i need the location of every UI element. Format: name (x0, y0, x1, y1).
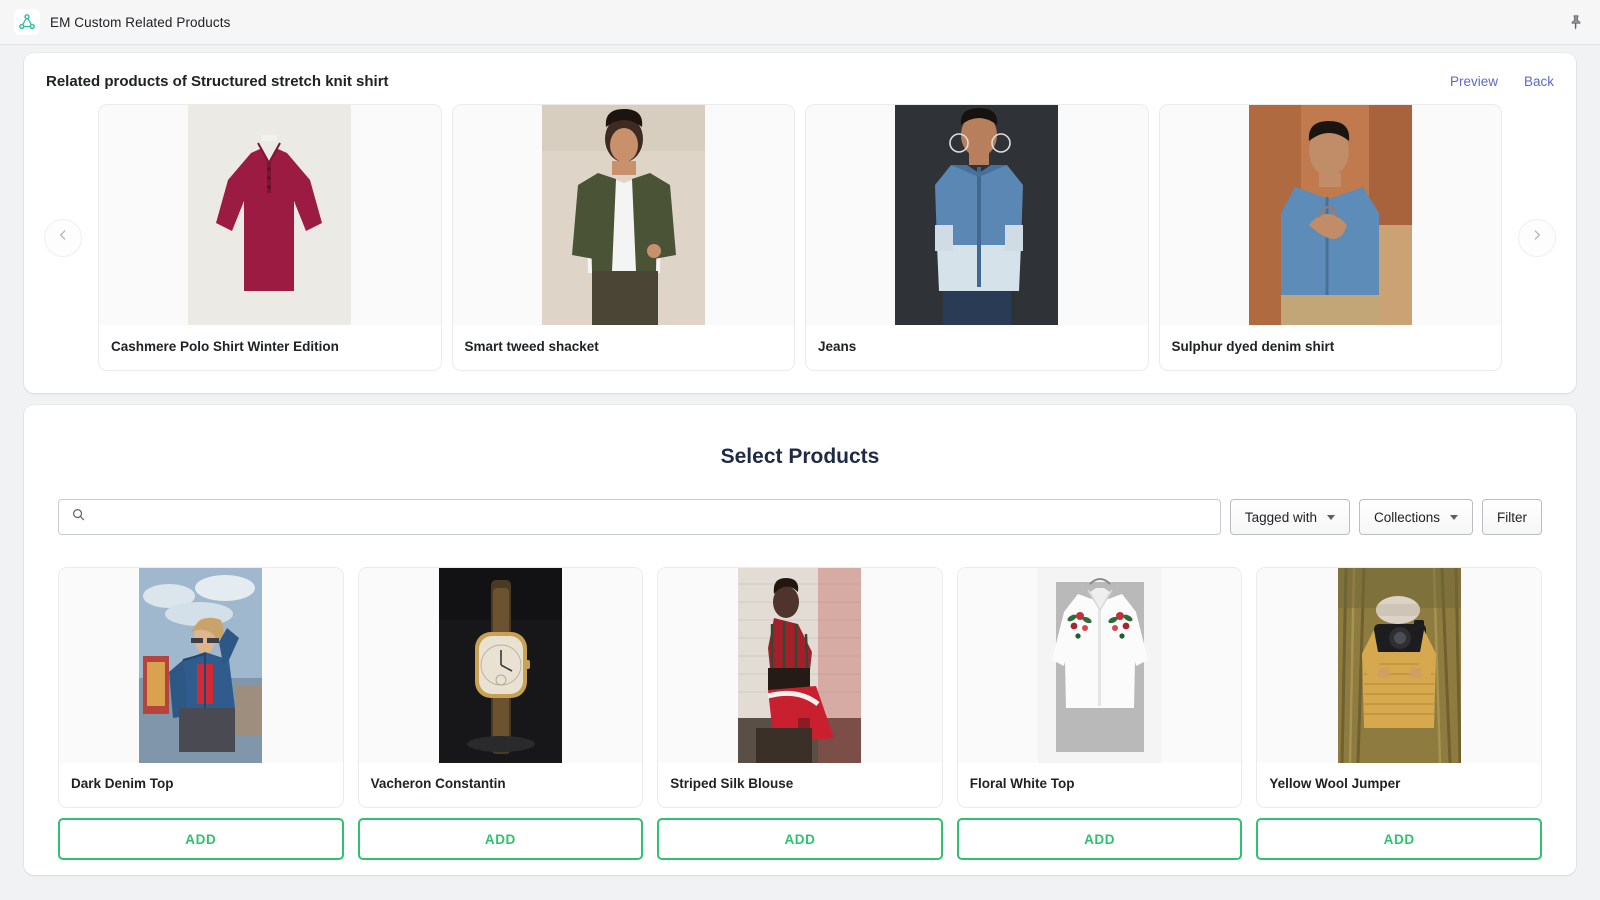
app-title: EM Custom Related Products (50, 14, 231, 30)
product-card[interactable]: Yellow Wool Jumper (1256, 567, 1542, 808)
related-product-name: Smart tweed shacket (464, 339, 599, 354)
related-product-name: Jeans (818, 339, 857, 354)
product-name: Yellow Wool Jumper (1269, 776, 1401, 791)
related-product-card[interactable]: Smart tweed shacket (451, 104, 795, 371)
filter-button-label: Filter (1497, 509, 1527, 525)
product-image (1159, 105, 1501, 325)
product-card[interactable]: Floral White Top (956, 567, 1243, 808)
product-image (452, 105, 794, 325)
add-button[interactable]: ADD (657, 818, 943, 860)
search-input[interactable] (96, 508, 1208, 526)
chevron-right-icon (1530, 228, 1544, 247)
carousel-next-button[interactable] (1518, 218, 1556, 257)
page-body: Related products of Structured stretch k… (0, 45, 1600, 875)
add-button[interactable]: ADD (58, 818, 344, 860)
add-button[interactable]: ADD (956, 818, 1243, 860)
product-name: Dark Denim Top (71, 776, 174, 791)
select-products-title: Select Products (720, 445, 880, 468)
product-image (59, 568, 343, 763)
carousel-prev-button[interactable] (44, 218, 82, 257)
product-card[interactable]: Dark Denim Top (58, 567, 344, 808)
filter-toolbar: Tagged with Collections Filter (58, 499, 1542, 535)
app-bar: EM Custom Related Products (0, 0, 1600, 45)
related-product-name: Sulphur dyed denim shirt (1171, 339, 1335, 354)
related-products-carousel: Cashmere Polo Shirt Winter Edition Smart… (44, 104, 1556, 371)
pin-icon[interactable] (1564, 10, 1588, 34)
product-name: Vacheron Constantin (370, 776, 506, 791)
filter-button[interactable]: Filter (1482, 499, 1542, 535)
network-nodes-icon (14, 9, 40, 35)
product-name: Striped Silk Blouse (670, 776, 794, 791)
tagged-with-dropdown[interactable]: Tagged with (1229, 499, 1350, 535)
related-product-card[interactable]: Jeans (805, 104, 1149, 371)
tagged-with-label: Tagged with (1244, 509, 1317, 525)
add-button-row: ADD ADD ADD ADD ADD (58, 818, 1542, 860)
related-product-card[interactable]: Sulphur dyed denim shirt (1158, 104, 1502, 371)
chevron-down-icon (1326, 514, 1335, 520)
collections-label: Collections (1373, 509, 1440, 525)
product-card[interactable]: Vacheron Constantin (357, 567, 644, 808)
search-icon (71, 507, 86, 527)
page-title: Related products of Structured stretch k… (46, 73, 389, 90)
select-products-panel: Select Products Tagged with Collections (24, 405, 1576, 875)
product-image (358, 568, 643, 763)
search-box[interactable] (58, 499, 1221, 535)
product-image (957, 568, 1242, 763)
related-products-header: Related products of Structured stretch k… (44, 71, 1556, 90)
product-image (1257, 568, 1541, 763)
collections-dropdown[interactable]: Collections (1358, 499, 1473, 535)
preview-link[interactable]: Preview (1450, 74, 1498, 89)
chevron-down-icon (1450, 514, 1458, 520)
product-image (658, 568, 942, 763)
product-image (99, 105, 441, 325)
add-button[interactable]: ADD (357, 818, 644, 860)
related-product-card[interactable]: Cashmere Polo Shirt Winter Edition (98, 104, 442, 371)
related-product-name: Cashmere Polo Shirt Winter Edition (111, 339, 339, 354)
header-links: Preview Back (1450, 74, 1554, 89)
add-button[interactable]: ADD (1256, 818, 1542, 860)
carousel-track: Cashmere Polo Shirt Winter Edition Smart… (82, 104, 1518, 371)
chevron-left-icon (56, 228, 70, 247)
product-image (806, 105, 1148, 325)
product-card[interactable]: Striped Silk Blouse (657, 567, 943, 808)
product-grid: Dark Denim Top Vacheron Constantin Strip… (58, 567, 1542, 808)
product-name: Floral White Top (969, 776, 1075, 791)
back-link[interactable]: Back (1524, 74, 1554, 89)
related-products-panel: Related products of Structured stretch k… (24, 53, 1576, 393)
